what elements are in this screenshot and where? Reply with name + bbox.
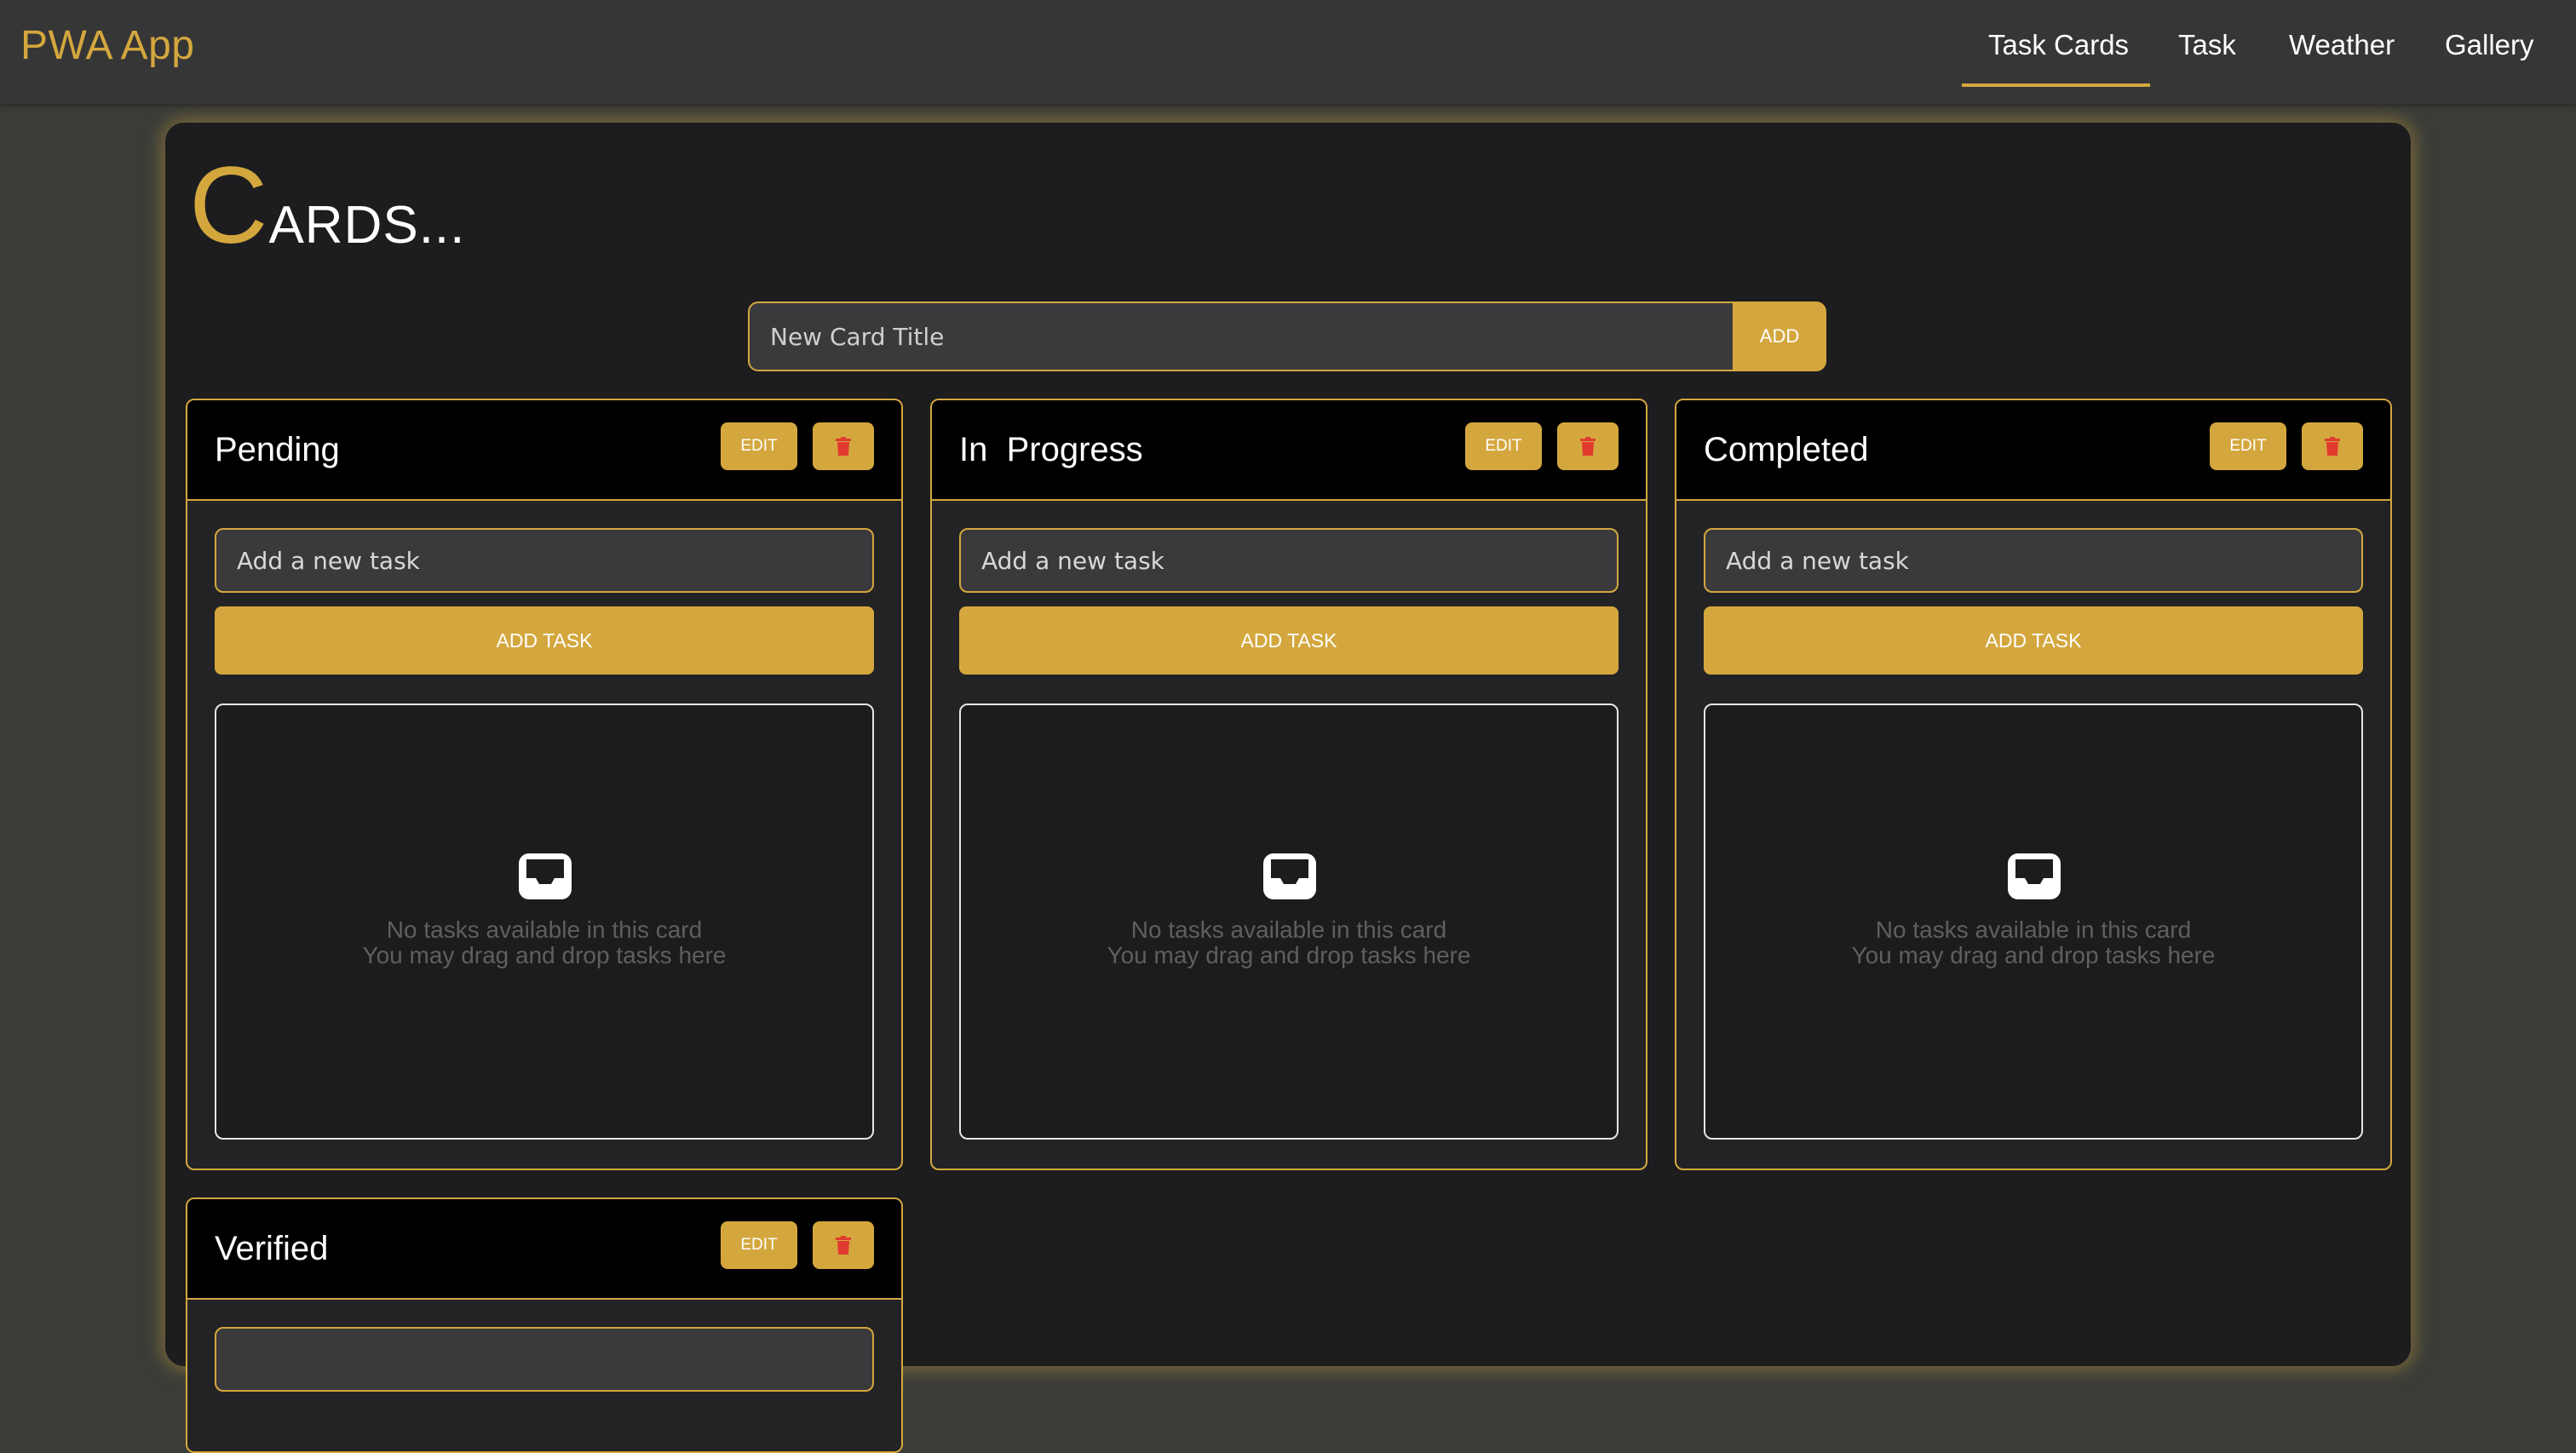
add-task-button[interactable]: ADD TASK (1704, 606, 2363, 675)
trash-icon (836, 437, 851, 456)
delete-card-button[interactable] (813, 1221, 874, 1269)
card-title: Pending (215, 431, 340, 468)
delete-card-button[interactable] (2302, 422, 2363, 470)
add-task-input[interactable] (215, 1327, 874, 1392)
edit-card-button[interactable]: EDIT (1465, 422, 1542, 470)
inbox-icon (1263, 853, 1316, 899)
edit-card-button[interactable]: EDIT (2210, 422, 2286, 470)
add-card-button[interactable]: ADD (1733, 302, 1826, 371)
card-pending[interactable]: Pending EDIT ADD TASK No tasks available… (186, 399, 903, 1170)
delete-card-button[interactable] (1557, 422, 1619, 470)
trash-icon (836, 1236, 851, 1255)
empty-state-text: No tasks available in this card (1875, 916, 2192, 943)
nav-tab-weather[interactable]: Weather (2289, 29, 2395, 61)
task-dropzone[interactable]: No tasks available in this card You may … (215, 704, 874, 1140)
inbox-icon (519, 853, 572, 899)
task-dropzone[interactable]: No tasks available in this card You may … (1704, 704, 2363, 1140)
empty-state-hint: You may drag and drop tasks here (362, 942, 727, 968)
card-title: Verified (215, 1230, 329, 1267)
add-task-button[interactable]: ADD TASK (215, 606, 874, 675)
card-verified[interactable]: Verified EDIT (186, 1197, 903, 1453)
card-title: In Progress (959, 431, 1143, 468)
trash-icon (2325, 437, 2340, 456)
delete-card-button[interactable] (813, 422, 874, 470)
card-title: Completed (1704, 431, 1869, 468)
add-task-input[interactable] (959, 528, 1619, 593)
nav-tab-task[interactable]: Task (2178, 29, 2236, 61)
trash-icon (1580, 437, 1596, 456)
nav-tab-gallery[interactable]: Gallery (2445, 29, 2534, 61)
card-in-progress[interactable]: In Progress EDIT ADD TASK No tasks avail… (930, 399, 1647, 1170)
page-title-initial: C (189, 145, 269, 267)
app-brand[interactable]: PWA App (20, 22, 195, 69)
new-card-title-input[interactable] (748, 302, 1736, 371)
edit-card-button[interactable]: EDIT (721, 422, 797, 470)
nav-tab-task-cards[interactable]: Task Cards (1988, 29, 2129, 61)
top-navbar: PWA App Task Cards Task Weather Gallery (0, 0, 2576, 104)
add-task-button[interactable]: ADD TASK (959, 606, 1619, 675)
edit-card-button[interactable]: EDIT (721, 1221, 797, 1269)
empty-state-hint: You may drag and drop tasks here (1107, 942, 1471, 968)
add-task-input[interactable] (1704, 528, 2363, 593)
empty-state-text: No tasks available in this card (1130, 916, 1447, 943)
card-header: Verified EDIT (187, 1199, 901, 1300)
cards-panel: CARDS... ADD Pending EDIT ADD TASK No ta… (165, 123, 2411, 1453)
card-completed[interactable]: Completed EDIT ADD TASK No tasks availab… (1675, 399, 2392, 1170)
task-dropzone[interactable]: No tasks available in this card You may … (959, 704, 1619, 1140)
page-title: CARDS... (189, 152, 465, 261)
active-tab-indicator (1962, 83, 2150, 87)
inbox-icon (2008, 853, 2061, 899)
card-header: Completed EDIT (1676, 400, 2390, 501)
card-header: Pending EDIT (187, 400, 901, 501)
add-task-input[interactable] (215, 528, 874, 593)
page-title-rest: ARDS... (268, 196, 466, 255)
empty-state-hint: You may drag and drop tasks here (1851, 942, 2216, 968)
card-header: In Progress EDIT (932, 400, 1646, 501)
empty-state-text: No tasks available in this card (386, 916, 703, 943)
